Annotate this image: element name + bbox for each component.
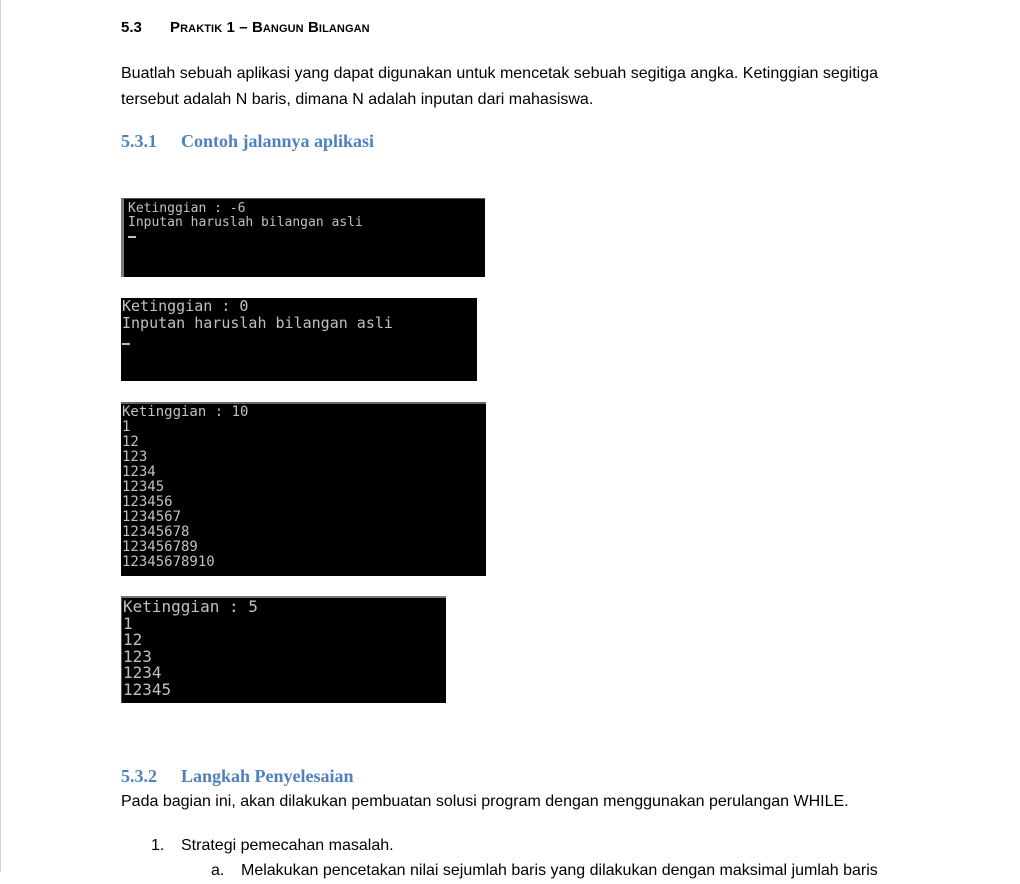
- console-line: 12345678910: [122, 554, 215, 570]
- console-line: 123456: [122, 494, 173, 510]
- intro-paragraph: Buatlah sebuah aplikasi yang dapat digun…: [121, 65, 878, 108]
- list-item: 1. Strategi pemecahan masalah.: [151, 833, 394, 859]
- list-text: Strategi pemecahan masalah.: [181, 837, 394, 854]
- section-title: Praktik 1 – Bangun Bilangan: [170, 19, 370, 36]
- console-line: 123: [123, 646, 152, 666]
- subsection-heading-1: 5.3.1 Contoh jalannya aplikasi: [121, 131, 374, 152]
- console-line: Ketinggian : 0: [122, 298, 249, 315]
- console-line: 12345678: [122, 524, 190, 540]
- console-line: 1234: [122, 464, 156, 480]
- page-edge: [0, 0, 1, 872]
- console-line: 1: [123, 613, 133, 633]
- subsection-title: Langkah Penyelesaian: [181, 766, 354, 786]
- cursor-icon: [122, 335, 477, 349]
- steps-paragraph: Pada bagian ini, akan dilakukan pembuata…: [121, 793, 849, 810]
- list-number: 1.: [151, 837, 165, 854]
- subsection-number: 5.3.2: [121, 766, 157, 786]
- sublist-text: Melakukan pencetakan nilai sejumlah bari…: [241, 862, 878, 879]
- console-line: Inputan haruslah bilangan asli: [122, 314, 393, 332]
- cursor-icon: [128, 230, 485, 244]
- console-line: 1: [122, 419, 131, 435]
- sublist-item: a. Melakukan pencetakan nilai sejumlah b…: [211, 858, 931, 884]
- console-line: 123456789: [122, 539, 198, 555]
- console-line: 12: [122, 434, 139, 450]
- subsection-heading-2: 5.3.2 Langkah Penyelesaian: [121, 766, 354, 787]
- console-line: 12345: [123, 679, 172, 699]
- subsection-number: 5.3.1: [121, 131, 157, 151]
- console-line: Inputan haruslah bilangan asli: [128, 215, 363, 230]
- console-screenshot-3: Ketinggian : 10 1 12 123 1234 12345 1234…: [121, 402, 486, 576]
- sublist-letter: a.: [211, 862, 225, 879]
- console-line: Ketinggian : 10: [122, 404, 249, 420]
- console-screenshot-1: Ketinggian : -6 Inputan haruslah bilanga…: [121, 198, 485, 277]
- console-line: 12: [123, 630, 143, 650]
- console-line: 123: [122, 449, 148, 465]
- section-heading: 5.3 Praktik 1 – Bangun Bilangan: [121, 19, 370, 36]
- console-line: 12345: [122, 479, 165, 495]
- console-line: Ketinggian : 5: [123, 597, 258, 616]
- console-line: 1234567: [122, 509, 182, 525]
- console-screenshot-4: Ketinggian : 5 1 12 123 1234 12345: [121, 596, 446, 703]
- console-line: 1234: [123, 663, 162, 683]
- console-line: Ketinggian : -6: [128, 201, 246, 216]
- section-number: 5.3: [121, 19, 142, 36]
- console-screenshot-2: Ketinggian : 0 Inputan haruslah bilangan…: [121, 298, 477, 381]
- subsection-title: Contoh jalannya aplikasi: [181, 131, 375, 151]
